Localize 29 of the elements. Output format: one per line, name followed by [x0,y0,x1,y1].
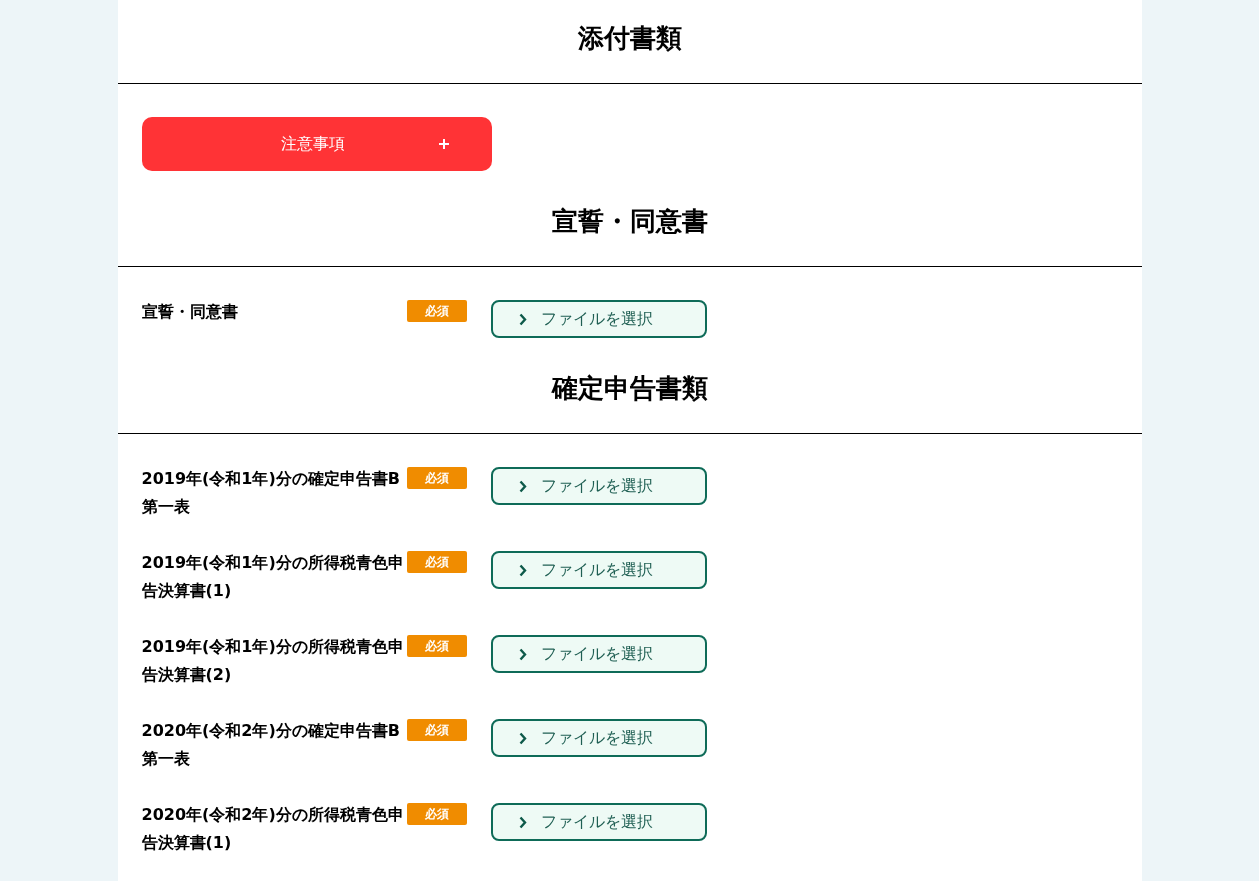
file-select-button[interactable]: ファイルを選択 [490,803,707,841]
chevron-icon [518,479,527,493]
document-label: 2020年(令和2年)分の所得税青色申告決算書(1) [141,804,405,854]
required-badge: 必須 [406,719,467,741]
file-select-button[interactable]: ファイルを選択 [490,467,707,505]
notice-accordion-button[interactable]: 注意事項 [141,117,492,171]
document-label: 宣誓・同意書 [141,301,239,323]
document-label: 2019年(令和1年)分の所得税青色申告決算書(2) [141,636,405,686]
section-heading: 確定申告書類 [550,372,709,405]
chevron-icon [518,312,527,326]
section-heading: 宣誓・同意書 [550,205,709,238]
section-heading: 添付書類 [576,22,683,55]
required-badge: 必須 [406,803,467,825]
chevron-icon [518,563,527,577]
file-select-button[interactable]: ファイルを選択 [490,300,707,338]
required-badge: 必須 [406,467,467,489]
chevron-icon [518,731,527,745]
document-label: 2019年(令和1年)分の所得税青色申告決算書(1) [141,552,405,602]
required-badge: 必須 [406,551,467,573]
file-select-button[interactable]: ファイルを選択 [490,635,707,673]
required-badge: 必須 [406,635,467,657]
document-label: 2020年(令和2年)分の確定申告書B第一表 [141,720,401,770]
chevron-icon [518,647,527,661]
document-label: 2019年(令和1年)分の確定申告書B第一表 [141,468,401,518]
file-select-button[interactable]: ファイルを選択 [490,719,707,757]
file-select-button[interactable]: ファイルを選択 [490,551,707,589]
required-badge: 必須 [406,300,467,322]
chevron-icon [518,815,527,829]
plus-icon [437,138,450,150]
